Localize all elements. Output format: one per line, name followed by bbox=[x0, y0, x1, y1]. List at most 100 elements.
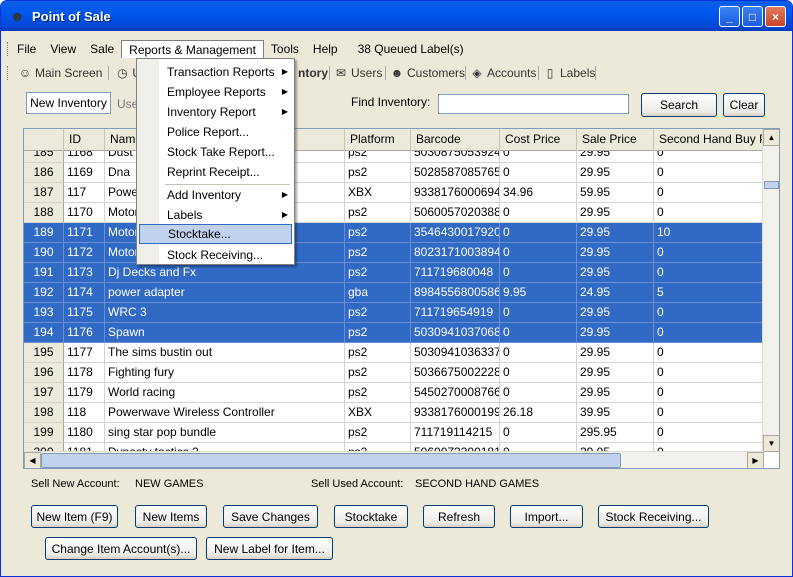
col-barcode[interactable]: Barcode bbox=[411, 129, 500, 151]
row-number[interactable]: 191 bbox=[24, 263, 64, 283]
cell-sale-price[interactable]: 29.95 bbox=[577, 343, 654, 363]
change-item-account-button[interactable]: Change Item Account(s)... bbox=[45, 537, 197, 560]
cell-second-hand-price[interactable]: 0 bbox=[654, 323, 764, 343]
menu-item-add-inventory[interactable]: Add Inventory ▶ bbox=[159, 185, 294, 205]
menu-item-inventory-report[interactable]: Inventory Report ▶ bbox=[159, 102, 294, 122]
cell-id[interactable]: 1180 bbox=[64, 423, 105, 443]
cell-second-hand-price[interactable]: 0 bbox=[654, 363, 764, 383]
cell-cost-price[interactable]: 0 bbox=[500, 383, 577, 403]
row-number[interactable]: 188 bbox=[24, 203, 64, 223]
scroll-down-icon[interactable]: ▼ bbox=[763, 435, 779, 452]
cell-second-hand-price[interactable]: 0 bbox=[654, 263, 764, 283]
cell-platform[interactable]: ps2 bbox=[345, 263, 411, 283]
col-second-hand-buy-price[interactable]: Second Hand Buy Pri bbox=[654, 129, 769, 151]
cell-barcode[interactable]: 9338176000694 bbox=[411, 183, 500, 203]
cell-barcode[interactable]: 5030941036337 bbox=[411, 343, 500, 363]
minimize-button[interactable]: _ bbox=[719, 6, 740, 27]
row-number[interactable]: 186 bbox=[24, 163, 64, 183]
cell-sale-price[interactable]: 29.95 bbox=[577, 243, 654, 263]
cell-sale-price[interactable]: 29.95 bbox=[577, 363, 654, 383]
cell-second-hand-price[interactable]: 0 bbox=[654, 163, 764, 183]
cell-name[interactable]: Dj Decks and Fx bbox=[105, 263, 345, 283]
cell-name[interactable]: power adapter bbox=[105, 283, 345, 303]
cell-name[interactable]: sing star pop bundle bbox=[105, 423, 345, 443]
col-cost-price[interactable]: Cost Price bbox=[500, 129, 577, 151]
cell-id[interactable]: 1178 bbox=[64, 363, 105, 383]
table-row[interactable]: 186 1169 Dna ps2 5028587085765 0 29.95 0 bbox=[24, 163, 764, 183]
cell-second-hand-price[interactable]: 0 bbox=[654, 183, 764, 203]
scroll-right-icon[interactable]: ▶ bbox=[747, 452, 764, 468]
title-bar[interactable]: ☻ Point of Sale _ □ × bbox=[1, 1, 792, 31]
cell-sale-price[interactable]: 29.95 bbox=[577, 151, 654, 163]
table-row[interactable]: 196 1178 Fighting fury ps2 5036675002228 0 29.… bbox=[24, 363, 764, 383]
cell-name[interactable]: WRC 3 bbox=[105, 303, 345, 323]
cell-second-hand-price[interactable]: 0 bbox=[654, 203, 764, 223]
table-row[interactable]: 189 1171 Motor ps2 3546430017920 0 29.95 10 bbox=[24, 223, 764, 243]
horizontal-scrollbar[interactable]: ◀ ▶ bbox=[24, 451, 764, 468]
table-row[interactable]: 190 1172 Motor ps2 8023171003894 0 29.95 0 bbox=[24, 243, 764, 263]
cell-second-hand-price[interactable]: 0 bbox=[654, 343, 764, 363]
col-id[interactable]: ID bbox=[64, 129, 105, 151]
cell-cost-price[interactable]: 0 bbox=[500, 363, 577, 383]
cell-barcode[interactable]: 8023171003894 bbox=[411, 243, 500, 263]
cell-name[interactable]: Spawn bbox=[105, 323, 345, 343]
import-button[interactable]: Import... bbox=[510, 505, 583, 528]
nav-labels[interactable]: ▯ Labels bbox=[539, 66, 599, 80]
cell-id[interactable]: 1169 bbox=[64, 163, 105, 183]
nav-accounts[interactable]: ◈ Accounts bbox=[466, 66, 540, 80]
cell-cost-price[interactable]: 0 bbox=[500, 343, 577, 363]
new-item-button[interactable]: New Item (F9) bbox=[31, 505, 118, 528]
cell-platform[interactable]: ps2 bbox=[345, 343, 411, 363]
cell-barcode[interactable]: 711719114215 bbox=[411, 423, 500, 443]
cell-id[interactable]: 1179 bbox=[64, 383, 105, 403]
cell-second-hand-price[interactable]: 0 bbox=[654, 423, 764, 443]
nav-users[interactable]: ✉ Users bbox=[330, 66, 386, 80]
maximize-button[interactable]: □ bbox=[742, 6, 763, 27]
cell-sale-price[interactable]: 29.95 bbox=[577, 383, 654, 403]
row-number[interactable]: 194 bbox=[24, 323, 64, 343]
menu-item-stock-take-report[interactable]: Stock Take Report... bbox=[159, 142, 294, 162]
col-sale-price[interactable]: Sale Price bbox=[577, 129, 654, 151]
cell-id[interactable]: 1173 bbox=[64, 263, 105, 283]
cell-second-hand-price[interactable]: 0 bbox=[654, 303, 764, 323]
cell-platform[interactable]: ps2 bbox=[345, 223, 411, 243]
cell-cost-price[interactable]: 0 bbox=[500, 223, 577, 243]
cell-barcode[interactable]: 711719654919 bbox=[411, 303, 500, 323]
table-row[interactable]: 192 1174 power adapter gba 8984556800586 9.95… bbox=[24, 283, 764, 303]
nav-main-screen[interactable]: ☺ Main Screen bbox=[14, 66, 106, 80]
menu-item-transaction-reports[interactable]: Transaction Reports ▶ bbox=[159, 62, 294, 82]
row-number[interactable]: 196 bbox=[24, 363, 64, 383]
cell-id[interactable]: 117 bbox=[64, 183, 105, 203]
cell-barcode[interactable]: 5060057020388 bbox=[411, 203, 500, 223]
row-number[interactable]: 195 bbox=[24, 343, 64, 363]
menu-item-stocktake[interactable]: Stocktake... bbox=[139, 224, 292, 244]
cell-barcode[interactable]: 5450270008766 bbox=[411, 383, 500, 403]
table-row[interactable]: 197 1179 World racing ps2 5450270008766 0 29.9… bbox=[24, 383, 764, 403]
table-row[interactable]: 191 1173 Dj Decks and Fx ps2 711719680048 0 29… bbox=[24, 263, 764, 283]
cell-sale-price[interactable]: 29.95 bbox=[577, 323, 654, 343]
table-row[interactable]: 198 118 Powerwave Wireless Controller XBX 93… bbox=[24, 403, 764, 423]
clear-button[interactable]: Clear bbox=[723, 93, 765, 117]
cell-id[interactable]: 1171 bbox=[64, 223, 105, 243]
nav-customers[interactable]: ☻ Customers bbox=[386, 66, 469, 80]
cell-name[interactable]: Powerwave Wireless Controller bbox=[105, 403, 345, 423]
row-number[interactable]: 192 bbox=[24, 283, 64, 303]
cell-sale-price[interactable]: 29.95 bbox=[577, 203, 654, 223]
stock-receiving-button[interactable]: Stock Receiving... bbox=[598, 505, 709, 528]
table-row[interactable]: 193 1175 WRC 3 ps2 711719654919 0 29.95 0 bbox=[24, 303, 764, 323]
cell-name[interactable]: The sims bustin out bbox=[105, 343, 345, 363]
find-inventory-input[interactable] bbox=[438, 94, 629, 114]
cell-cost-price[interactable]: 0 bbox=[500, 163, 577, 183]
cell-second-hand-price[interactable]: 0 bbox=[654, 383, 764, 403]
cell-id[interactable]: 1170 bbox=[64, 203, 105, 223]
close-button[interactable]: × bbox=[765, 6, 786, 27]
new-inventory-tab[interactable]: New Inventory bbox=[26, 92, 111, 114]
menu-item-labels[interactable]: Labels ▶ bbox=[159, 205, 294, 225]
cell-sale-price[interactable]: 59.95 bbox=[577, 183, 654, 203]
menu-item-police-report[interactable]: Police Report... bbox=[159, 122, 294, 142]
cell-cost-price[interactable]: 0 bbox=[500, 423, 577, 443]
cell-id[interactable]: 1168 bbox=[64, 151, 105, 163]
menu-help[interactable]: Help bbox=[306, 40, 345, 58]
cell-barcode[interactable]: 8984556800586 bbox=[411, 283, 500, 303]
new-label-for-item-button[interactable]: New Label for Item... bbox=[206, 537, 333, 560]
